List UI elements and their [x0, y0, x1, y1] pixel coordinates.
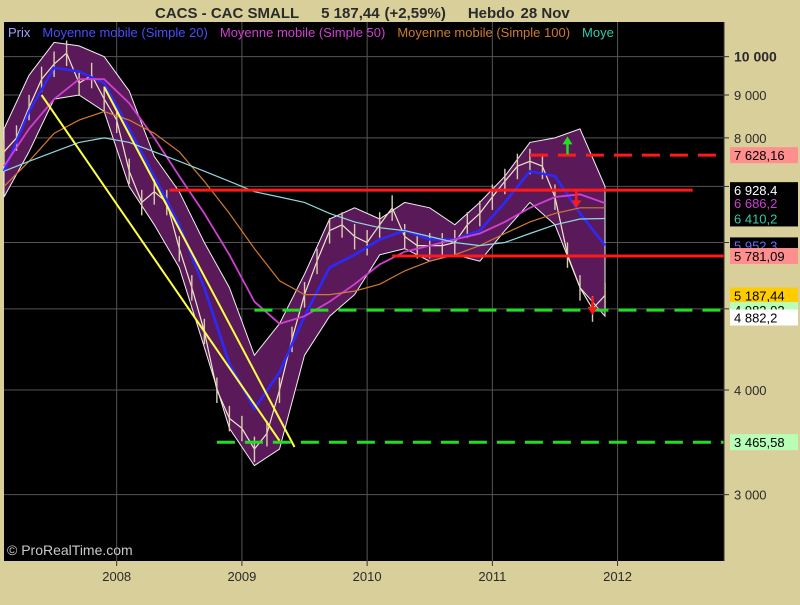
x-tick-label: 2010: [353, 569, 382, 584]
x-tick-label: 2012: [603, 569, 632, 584]
last-price: 5 187,44: [321, 5, 380, 22]
price-chart: CACS - CAC SMALL 5 187,44 (+2,59%) Hebdo 28 …: [0, 0, 800, 600]
price-change: (+2,59%): [385, 5, 446, 22]
y-tick-label: 9 000: [734, 88, 767, 103]
legend-entry: Moyenne mobile (Simple 100): [397, 25, 570, 40]
price-label: 7 628,16: [734, 148, 785, 163]
price-label: 4 882,2: [734, 311, 777, 326]
x-tick-label: 2011: [478, 569, 506, 584]
legend: Prix Moyenne mobile (Simple 20) Moyenne mo…: [8, 25, 614, 40]
legend-entry: Prix: [8, 25, 31, 40]
y-tick-label: 10 000: [734, 49, 777, 65]
price-label: 5 781,09: [734, 249, 785, 264]
y-tick-label: 3 000: [734, 488, 767, 503]
legend-entry: Moyenne mobile (Simple 50): [220, 25, 385, 40]
period: Hebdo: [468, 5, 515, 22]
date: 28 Nov: [521, 5, 571, 22]
x-tick-label: 2009: [227, 569, 256, 584]
y-tick-label: 4 000: [734, 383, 767, 398]
x-tick-label: 2008: [102, 569, 131, 584]
chart-title: CACS - CAC SMALL 5 187,44 (+2,59%) Hebdo 28 …: [155, 5, 570, 22]
chart-window: CACS - CAC SMALL 5 187,44 (+2,59%) Hebdo 28 …: [0, 0, 800, 600]
price-label: 5 187,44: [734, 288, 785, 303]
legend-entry: Moye: [582, 25, 614, 40]
price-label: 6 686,2: [734, 196, 777, 211]
watermark: © ProRealTime.com: [7, 542, 133, 558]
price-label: 3 465,58: [734, 435, 785, 450]
legend-entry: Moyenne mobile (Simple 20): [42, 25, 207, 40]
price-label: 6 410,2: [734, 211, 777, 226]
symbol: CACS - CAC SMALL: [155, 5, 299, 22]
y-tick-label: 8 000: [734, 131, 767, 146]
